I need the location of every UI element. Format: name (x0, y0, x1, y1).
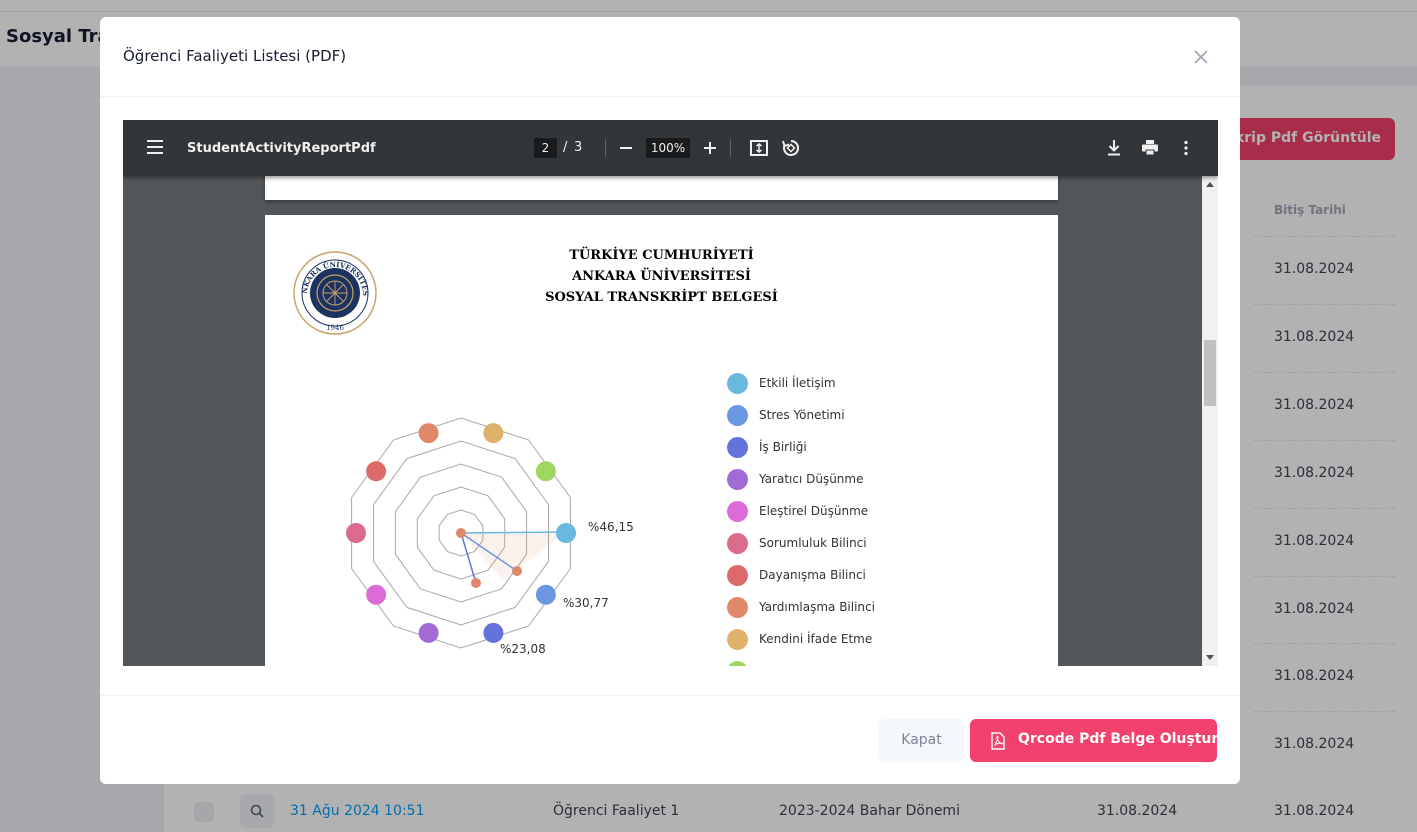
radar-axis-marker (483, 622, 504, 643)
radar-axis-marker (535, 461, 556, 482)
download-icon (1108, 140, 1120, 156)
zoom-out-icon (620, 147, 632, 149)
generate-qrcode-pdf-button[interactable]: Qrcode Pdf Belge Oluştur (970, 719, 1219, 762)
more-icon (1184, 140, 1188, 156)
zoom-in-icon (704, 142, 716, 154)
legend-label: Stres Yönetimi (759, 408, 845, 422)
page-number-input[interactable]: 2 (534, 138, 557, 158)
radar-value-point (471, 578, 481, 588)
pdf-viewer[interactable]: StudentActivityReportPdf 2 / 3 100% NKAR… (123, 120, 1218, 666)
radar-axis-marker (366, 584, 387, 605)
legend-label: Yaratıcı Düşünme (759, 472, 864, 486)
radar-center-point (456, 528, 466, 538)
modal-footer-divider (100, 695, 1240, 696)
legend-label: Dayanışma Bilinci (759, 568, 866, 582)
generate-qrcode-pdf-label: Qrcode Pdf Belge Oluştur (1018, 731, 1219, 747)
legend-item: Yardımlaşma Bilinci (727, 597, 1027, 619)
radar-axis-marker (366, 461, 387, 482)
legend-item: Eleştirel Düşünme (727, 501, 1027, 523)
legend-dot (727, 469, 748, 490)
radar-axis-marker (346, 523, 366, 543)
heading-line-document: SOSYAL TRANSKRİPT BELGESİ (545, 290, 778, 305)
pdf-file-icon (991, 732, 1005, 750)
legend-dot (727, 661, 748, 666)
pdf-scrollbar-thumb[interactable] (1204, 340, 1216, 406)
radar-axis-marker (418, 423, 439, 444)
toolbar-divider (730, 139, 731, 157)
legend-dot (727, 373, 748, 394)
modal-header-divider (100, 96, 1240, 97)
legend-label: İş Birliği (759, 440, 807, 454)
rotate-button[interactable] (779, 136, 803, 160)
pdf-document-name: StudentActivityReportPdf (187, 141, 376, 156)
seal-year: 1946 (326, 324, 344, 332)
legend-label: Etkili İletişim (759, 376, 836, 390)
legend-label: Sorumluluk Bilinci (759, 536, 867, 550)
legend-label: Kendini İfade Etme (759, 632, 873, 646)
zoom-level-input[interactable]: 100% (646, 138, 690, 158)
close-icon (1194, 50, 1208, 64)
legend-dot (727, 533, 748, 554)
pdf-toolbar: StudentActivityReportPdf 2 / 3 100% (123, 120, 1218, 176)
page-separator: / (563, 140, 568, 155)
radar-value-label: %46,15 (588, 520, 634, 534)
scroll-down-arrow-icon[interactable] (1206, 655, 1214, 660)
scroll-up-arrow-icon[interactable] (1206, 182, 1214, 187)
legend-label: Eleştirel Düşünme (759, 504, 869, 518)
legend-dot (727, 629, 748, 650)
toolbar-divider (605, 139, 606, 157)
legend-dot (727, 501, 748, 522)
radar-axis-marker (556, 523, 576, 543)
fit-page-icon (750, 140, 768, 156)
legend-label: Yardımlaşma Bilinci (759, 600, 875, 614)
zoom-in-button[interactable] (698, 136, 722, 160)
pdf-scrollbar[interactable] (1202, 176, 1218, 666)
pdf-page-current: ANKARA ÜNİVERSİTESİ 1946 TÜRKİYE CUMHURİ… (265, 215, 1058, 666)
close-button[interactable]: Kapat (879, 719, 964, 762)
print-button[interactable] (1138, 136, 1162, 160)
legend-item (727, 661, 1027, 666)
modal-close-button[interactable] (1190, 46, 1212, 68)
radar-chart: %46,15 %30,77 %23,08 (346, 417, 634, 656)
university-seal-icon: ANKARA ÜNİVERSİTESİ 1946 (293, 251, 377, 335)
fit-page-button[interactable] (747, 136, 771, 160)
heading-line-country: TÜRKİYE CUMHURİYETİ (569, 248, 754, 263)
rotate-icon (782, 139, 800, 156)
more-options-button[interactable] (1174, 136, 1198, 160)
heading-line-university: ANKARA ÜNİVERSİTESİ (572, 269, 751, 284)
radar-axis-marker (535, 584, 556, 605)
radar-axis-marker (418, 622, 439, 643)
legend-item: Yaratıcı Düşünme (727, 469, 1027, 491)
pdf-modal: Öğrenci Faaliyeti Listesi (PDF) StudentA… (100, 17, 1240, 784)
download-button[interactable] (1102, 136, 1126, 160)
legend-item: İş Birliği (727, 437, 1027, 459)
legend-dot (727, 437, 748, 458)
legend-item: Kendini İfade Etme (727, 629, 1027, 651)
legend-dot (727, 405, 748, 426)
print-icon (1142, 140, 1158, 156)
radar-value-point (512, 566, 522, 576)
radar-series-line (460, 531, 567, 534)
legend-item: Dayanışma Bilinci (727, 565, 1027, 587)
modal-title: Öğrenci Faaliyeti Listesi (PDF) (123, 47, 347, 65)
zoom-out-button[interactable] (614, 136, 638, 160)
legend-dot (727, 565, 748, 586)
menu-icon[interactable] (147, 140, 163, 154)
legend-item: Stres Yönetimi (727, 405, 1027, 427)
legend-dot (727, 597, 748, 618)
legend-item: Etkili İletişim (727, 373, 1027, 395)
legend-item: Sorumluluk Bilinci (727, 533, 1027, 555)
radar-value-label: %23,08 (500, 642, 546, 656)
document-heading: TÜRKİYE CUMHURİYETİ ANKARA ÜNİVERSİTESİ … (445, 245, 878, 308)
radar-value-label: %30,77 (563, 596, 609, 610)
radar-axis-marker (483, 423, 504, 444)
page-total: 3 (574, 140, 583, 155)
